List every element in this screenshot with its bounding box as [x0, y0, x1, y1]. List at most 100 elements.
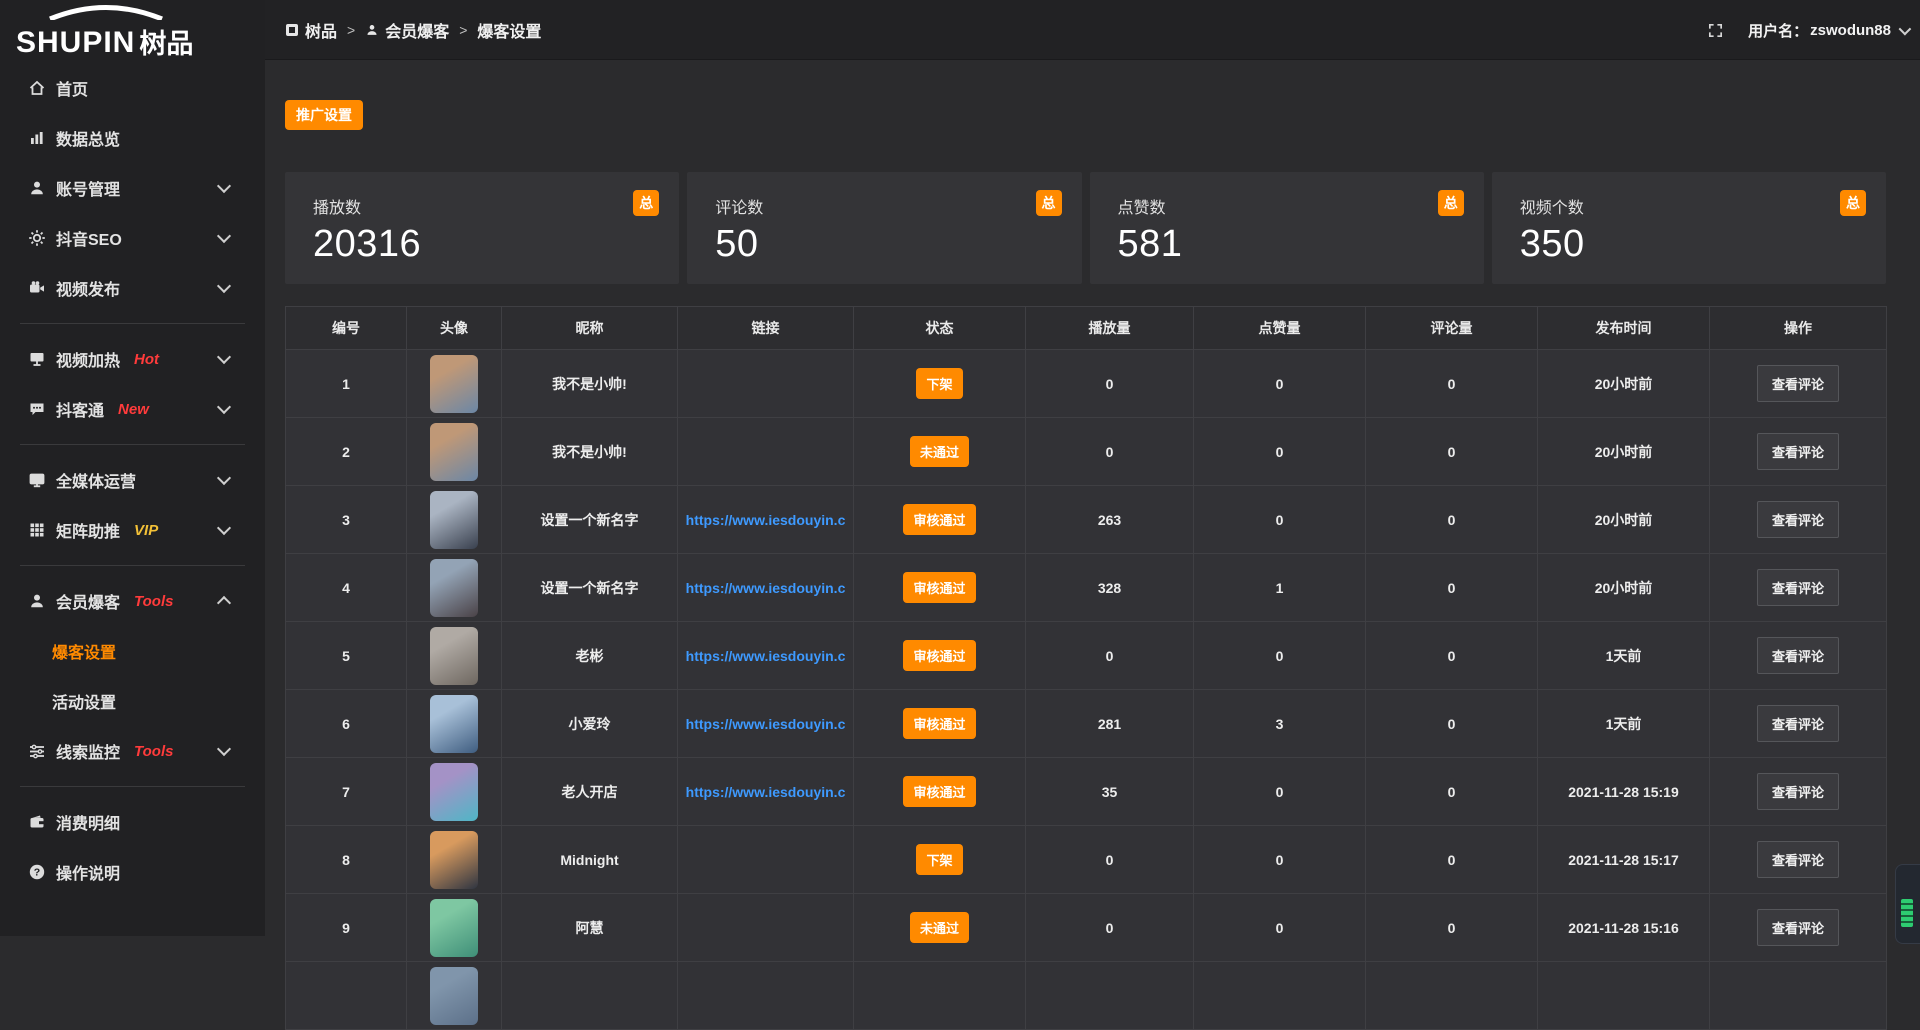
- cell-plays: 0: [1026, 894, 1194, 962]
- col-status: 状态: [854, 307, 1026, 350]
- status-badge: 下架: [916, 368, 962, 399]
- cell-id: 2: [286, 418, 407, 486]
- sidebar-subitem-baoke-settings[interactable]: 爆客设置: [0, 626, 265, 676]
- cell-comments: 0: [1366, 350, 1538, 418]
- stat-value: 350: [1520, 223, 1866, 266]
- status-badge: 未通过: [910, 436, 969, 467]
- cell-plays: 0: [1026, 418, 1194, 486]
- sidebar-item-label: 线索监控: [56, 739, 120, 763]
- cell-link: [678, 826, 854, 894]
- user-icon: [28, 592, 46, 610]
- cell-actions: 查看评论: [1710, 418, 1887, 486]
- cell-comments: 0: [1366, 894, 1538, 962]
- cell-status: [854, 962, 1026, 1030]
- stat-value: 581: [1118, 223, 1464, 266]
- view-comments-button[interactable]: 查看评论: [1757, 773, 1839, 810]
- profile-link[interactable]: https://www.iesdouyin.c: [686, 648, 846, 664]
- stat-card-likes: 点赞数 581 总: [1090, 172, 1484, 284]
- sidebar-item-douyin-seo[interactable]: 抖音SEO: [0, 213, 265, 263]
- cell-link: https://www.iesdouyin.c: [678, 486, 854, 554]
- sidebar-item-consumption-detail[interactable]: 消费明细: [0, 797, 265, 847]
- user-menu[interactable]: 用户名：zswodun88: [1748, 20, 1908, 41]
- sidebar-subitem-activity-settings[interactable]: 活动设置: [0, 676, 265, 726]
- view-comments-button[interactable]: 查看评论: [1757, 569, 1839, 606]
- sidebar: SHUPIN 树品 首页 数据总览 账号管理 抖音SEO: [0, 0, 265, 936]
- total-badge: 总: [1438, 190, 1464, 216]
- sidebar-divider: [20, 786, 245, 787]
- top-header: 树品 > 会员爆客 > 爆客设置 用户名：zswodun88: [265, 0, 1920, 60]
- table-row: 3 设置一个新名字 https://www.iesdouyin.c 审核通过 2…: [286, 486, 1887, 554]
- home-icon: [28, 79, 46, 97]
- sidebar-item-label: 视频加热: [56, 347, 120, 371]
- chat-bubble-icon: [28, 400, 46, 418]
- cell-link: [678, 894, 854, 962]
- breadcrumb: 树品 > 会员爆客 > 爆客设置: [285, 0, 541, 60]
- sidebar-item-member-baoke[interactable]: 会员爆客 Tools: [0, 576, 265, 626]
- cell-id: 3: [286, 486, 407, 554]
- promo-settings-button[interactable]: 推广设置: [285, 100, 363, 130]
- view-comments-button[interactable]: 查看评论: [1757, 365, 1839, 402]
- table-header-row: 编号 头像 昵称 链接 状态 播放量 点赞量 评论量 发布时间 操作: [286, 307, 1887, 350]
- cell-likes: 0: [1194, 826, 1366, 894]
- cell-status: 审核通过: [854, 622, 1026, 690]
- sidebar-item-label: 会员爆客: [56, 589, 120, 613]
- profile-link[interactable]: https://www.iesdouyin.c: [686, 580, 846, 596]
- cell-nickname: 老彬: [502, 622, 678, 690]
- breadcrumb-label: 会员爆客: [385, 18, 449, 42]
- view-comments-button[interactable]: 查看评论: [1757, 909, 1839, 946]
- sidebar-item-lead-monitor[interactable]: 线索监控 Tools: [0, 726, 265, 776]
- hot-badge: Hot: [134, 351, 159, 368]
- cell-link: https://www.iesdouyin.c: [678, 622, 854, 690]
- stat-card-plays: 播放数 20316 总: [285, 172, 679, 284]
- cell-status: 审核通过: [854, 486, 1026, 554]
- cell-actions: 查看评论: [1710, 486, 1887, 554]
- sidebar-item-data-overview[interactable]: 数据总览: [0, 113, 265, 163]
- avatar: [430, 831, 478, 889]
- col-actions: 操作: [1710, 307, 1887, 350]
- sidebar-item-video-publish[interactable]: 视频发布: [0, 263, 265, 313]
- cell-id: 9: [286, 894, 407, 962]
- sidebar-item-instructions[interactable]: ? 操作说明: [0, 847, 265, 897]
- cell-comments: 0: [1366, 418, 1538, 486]
- sidebar-item-video-heat[interactable]: 视频加热 Hot: [0, 334, 265, 384]
- fullscreen-button[interactable]: [1707, 22, 1724, 39]
- breadcrumb-member-baoke[interactable]: 会员爆客: [365, 18, 449, 42]
- view-comments-button[interactable]: 查看评论: [1757, 841, 1839, 878]
- profile-link[interactable]: https://www.iesdouyin.c: [686, 784, 846, 800]
- status-badge: 下架: [916, 844, 962, 875]
- breadcrumb-app[interactable]: 树品: [285, 18, 337, 42]
- view-comments-button[interactable]: 查看评论: [1757, 705, 1839, 742]
- stat-card-comments: 评论数 50 总: [687, 172, 1081, 284]
- col-comments: 评论量: [1366, 307, 1538, 350]
- view-comments-button[interactable]: 查看评论: [1757, 637, 1839, 674]
- view-comments-button[interactable]: 查看评论: [1757, 433, 1839, 470]
- cell-id: 4: [286, 554, 407, 622]
- sidebar-item-matrix-boost[interactable]: 矩阵助推 VIP: [0, 505, 265, 555]
- status-badge: 审核通过: [903, 708, 975, 739]
- cell-status: 下架: [854, 350, 1026, 418]
- sidebar-item-account-management[interactable]: 账号管理: [0, 163, 265, 213]
- chevron-down-icon: [217, 471, 231, 485]
- sidebar-item-doketong[interactable]: 抖客通 New: [0, 384, 265, 434]
- floating-tool-widget[interactable]: [1895, 864, 1920, 944]
- col-likes: 点赞量: [1194, 307, 1366, 350]
- sidebar-item-home[interactable]: 首页: [0, 63, 265, 113]
- view-comments-button[interactable]: 查看评论: [1757, 501, 1839, 538]
- cell-id: 8: [286, 826, 407, 894]
- cell-plays: 0: [1026, 826, 1194, 894]
- cell-comments: 0: [1366, 486, 1538, 554]
- sidebar-item-omnimedia[interactable]: 全媒体运营: [0, 455, 265, 505]
- cell-time: [1538, 962, 1710, 1030]
- avatar: [430, 695, 478, 753]
- brand-logo[interactable]: SHUPIN 树品: [0, 0, 265, 62]
- profile-link[interactable]: https://www.iesdouyin.c: [686, 716, 846, 732]
- sidebar-item-label: 首页: [56, 76, 88, 100]
- avatar: [430, 899, 478, 957]
- cell-status: 下架: [854, 826, 1026, 894]
- tools-badge: Tools: [134, 743, 173, 760]
- cell-actions: 查看评论: [1710, 690, 1887, 758]
- profile-link[interactable]: https://www.iesdouyin.c: [686, 512, 846, 528]
- gear-icon: [28, 229, 46, 247]
- avatar: [430, 355, 478, 413]
- cell-plays: 328: [1026, 554, 1194, 622]
